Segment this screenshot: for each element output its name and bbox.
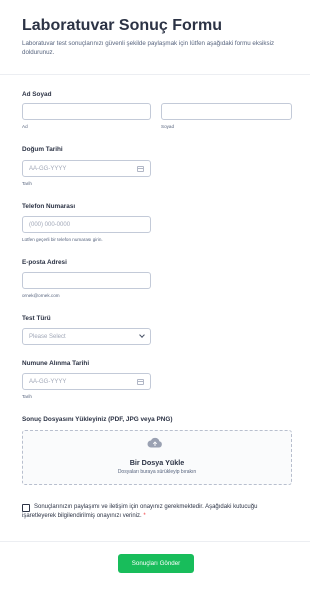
birth-date-input[interactable]: AA-GG-YYYY bbox=[22, 160, 151, 177]
sample-date-input[interactable]: AA-GG-YYYY bbox=[22, 373, 151, 390]
phone-placeholder: (000) 000-0000 bbox=[29, 221, 71, 228]
sample-date-sublabel: Tarih bbox=[22, 394, 32, 399]
sample-date-placeholder: AA-GG-YYYY bbox=[29, 378, 67, 385]
sample-date-label: Numune Alınma Tarihi bbox=[22, 360, 90, 367]
birth-date-label: Doğum Tarihi bbox=[22, 146, 63, 153]
cloud-upload-icon bbox=[147, 437, 162, 448]
calendar-icon[interactable] bbox=[137, 166, 144, 172]
name-label: Ad Soyad bbox=[22, 91, 52, 98]
first-name-input[interactable] bbox=[22, 103, 151, 120]
last-name-input[interactable] bbox=[161, 103, 292, 120]
footer-divider bbox=[0, 541, 310, 542]
consent-text: Sonuçlarınızın paylaşımı ve iletişim içi… bbox=[22, 503, 287, 521]
phone-input[interactable]: (000) 000-0000 bbox=[22, 216, 151, 233]
test-type-select[interactable]: Please Select bbox=[22, 328, 151, 345]
email-input[interactable] bbox=[22, 272, 151, 289]
form-page: Laboratuvar Sonuç Formu Laboratuvar test… bbox=[0, 0, 310, 590]
email-sublabel: ornek@ornek.com bbox=[22, 293, 60, 298]
last-name-sublabel: Soyad bbox=[161, 124, 175, 129]
test-type-label: Test Türü bbox=[22, 315, 51, 322]
required-mark: * bbox=[143, 513, 146, 519]
upload-label: Sonuç Dosyasını Yükleyiniz (PDF, JPG vey… bbox=[22, 416, 173, 423]
birth-date-placeholder: AA-GG-YYYY bbox=[29, 165, 67, 172]
birth-date-sublabel: Tarih bbox=[22, 181, 32, 186]
phone-sublabel: Lütfen geçerli bir telefon numarası giri… bbox=[22, 237, 103, 242]
chevron-down-icon bbox=[139, 332, 145, 338]
test-type-placeholder: Please Select bbox=[29, 333, 66, 340]
phone-label: Telefon Numarası bbox=[22, 203, 76, 210]
calendar-icon[interactable] bbox=[137, 379, 144, 385]
submit-button[interactable]: Sonuçları Gönder bbox=[118, 554, 194, 573]
form-title: Laboratuvar Sonuç Formu bbox=[22, 17, 223, 34]
email-label: E-posta Adresi bbox=[22, 259, 67, 266]
first-name-sublabel: Ad bbox=[22, 124, 28, 129]
consent-label: Sonuçlarınızın paylaşımı ve iletişim içi… bbox=[22, 504, 258, 519]
form-subtitle: Laboratuvar test sonuçlarınızı güvenli ş… bbox=[22, 40, 275, 56]
form-header: Laboratuvar Sonuç Formu Laboratuvar test… bbox=[0, 0, 310, 75]
upload-title: Bir Dosya Yükle bbox=[129, 458, 185, 467]
upload-subtitle: Dosyaları buraya sürükleyip bırakın bbox=[117, 469, 197, 475]
